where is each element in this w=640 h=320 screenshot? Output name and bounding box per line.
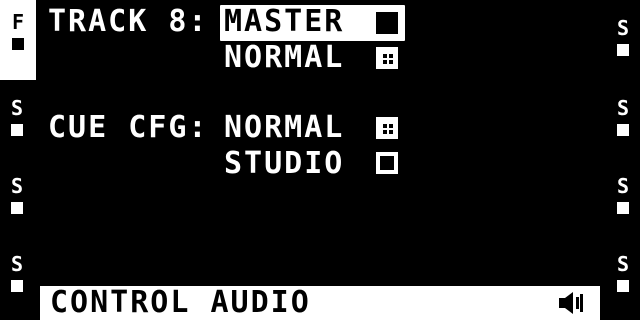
cue-studio-label[interactable]: STUDIO <box>224 148 344 180</box>
right-tab-1-glyph: S <box>616 16 630 40</box>
right-tab-3[interactable]: S <box>612 176 634 214</box>
right-tab-2-indicator <box>617 124 629 136</box>
footer-title: CONTROL AUDIO <box>50 285 311 320</box>
track8-label: TRACK 8: <box>48 4 209 39</box>
footer-bar: CONTROL AUDIO <box>40 286 600 320</box>
tab-s-3-glyph: S <box>10 252 24 276</box>
tab-f-indicator <box>12 38 24 50</box>
right-tab-2[interactable]: S <box>612 98 634 136</box>
track8-master-label: MASTER <box>224 4 345 39</box>
right-tab-4-indicator <box>617 280 629 292</box>
tab-s-3[interactable]: S <box>6 254 28 292</box>
right-tab-3-glyph: S <box>616 174 630 198</box>
tab-s-1-indicator <box>11 124 23 136</box>
cue-cfg-label: CUE CFG: <box>48 110 209 145</box>
cue-normal-checkbox[interactable] <box>376 117 398 139</box>
right-tab-3-indicator <box>617 202 629 214</box>
right-tab-4[interactable]: S <box>612 254 634 292</box>
right-tab-2-glyph: S <box>616 96 630 120</box>
tab-s-1[interactable]: S <box>6 98 28 136</box>
tab-s-2[interactable]: S <box>6 176 28 214</box>
speaker-icon[interactable] <box>555 290 585 316</box>
cue-studio-checkbox[interactable] <box>376 152 398 174</box>
right-tab-1[interactable]: S <box>612 18 634 56</box>
tab-f[interactable]: F <box>0 0 36 80</box>
track8-normal-checkbox[interactable] <box>376 47 398 69</box>
right-tab-4-glyph: S <box>616 252 630 276</box>
tab-s-2-indicator <box>11 202 23 214</box>
tab-f-glyph: F <box>11 10 25 34</box>
tab-s-2-glyph: S <box>10 174 24 198</box>
track8-master-checkbox[interactable] <box>376 12 398 34</box>
track8-normal-label[interactable]: NORMAL <box>224 42 344 74</box>
right-tab-1-indicator <box>617 44 629 56</box>
tab-s-1-glyph: S <box>10 96 24 120</box>
cue-normal-label[interactable]: NORMAL <box>224 112 344 144</box>
tab-s-3-indicator <box>11 280 23 292</box>
